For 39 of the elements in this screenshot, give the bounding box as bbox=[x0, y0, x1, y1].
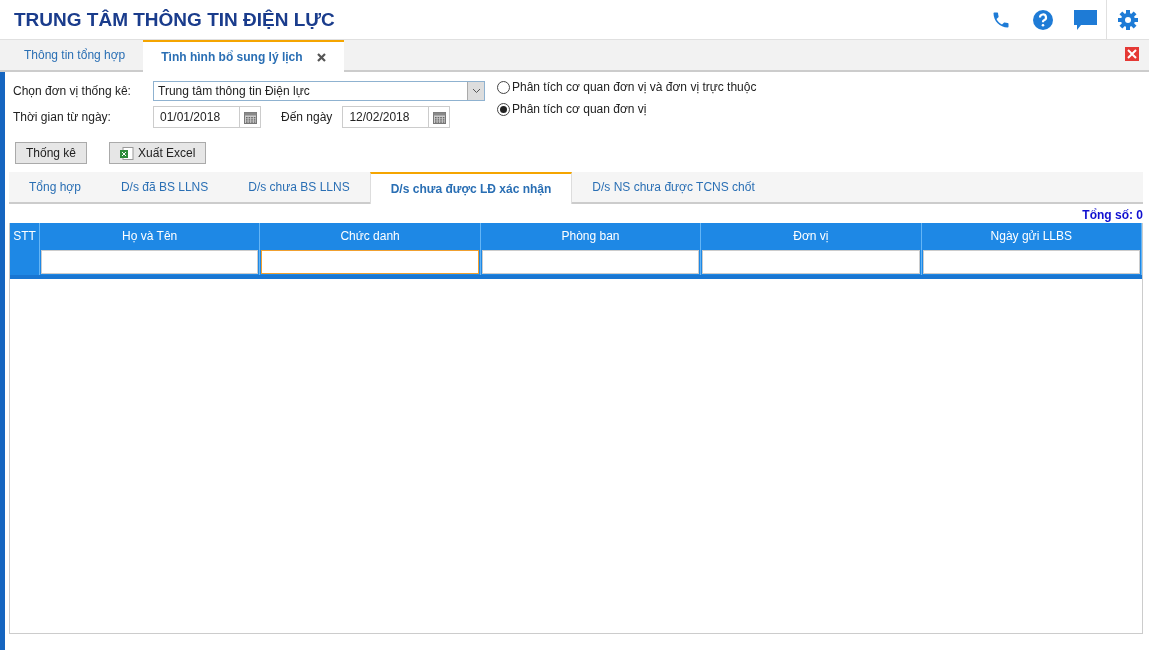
list-tab[interactable]: D/s NS chưa được TCNS chốt bbox=[572, 172, 775, 202]
list-tab[interactable]: D/s đã BS LLNS bbox=[100, 172, 229, 202]
unit-dropdown[interactable]: Trung tâm thông tin Điện lực bbox=[153, 81, 485, 101]
chevron-down-icon[interactable] bbox=[471, 88, 481, 94]
help-icon[interactable] bbox=[1033, 9, 1053, 30]
statistics-button[interactable]: Thống kê bbox=[15, 142, 88, 164]
list-tab[interactable]: D/s chưa được LĐ xác nhận bbox=[369, 172, 573, 204]
list-tab[interactable]: Tổng hợp bbox=[9, 172, 101, 202]
list-tab[interactable]: D/s chưa BS LLNS bbox=[228, 172, 370, 202]
column-header: Đơn vị bbox=[701, 223, 922, 249]
column-header: Chức danh bbox=[260, 223, 481, 249]
filter-field[interactable] bbox=[41, 250, 259, 274]
date-field[interactable]: 12/02/2018 bbox=[342, 106, 451, 128]
column-header: Phòng ban bbox=[480, 223, 702, 249]
field-label: Thời gian từ ngày: bbox=[13, 110, 111, 124]
filter-field[interactable] bbox=[261, 250, 479, 274]
radio-option[interactable]: Phân tích cơ quan đơn vị bbox=[497, 102, 1136, 116]
settings-icon[interactable] bbox=[1118, 9, 1138, 30]
filter-field[interactable] bbox=[922, 250, 1140, 274]
page-tab[interactable]: Tình hình bổ sung lý lịch bbox=[143, 40, 344, 72]
calendar-icon[interactable] bbox=[432, 110, 446, 124]
field-label: Chọn đơn vị thống kê: bbox=[13, 84, 131, 98]
close-tab-icon[interactable] bbox=[316, 52, 326, 62]
field-label: Đến ngày bbox=[281, 110, 333, 124]
app-title: TRUNG TÂM THÔNG TIN ĐIỆN LỰC bbox=[13, 8, 336, 31]
total-count: Tổng số: 0 bbox=[1081, 207, 1144, 222]
calendar-icon[interactable] bbox=[243, 110, 257, 124]
chat-icon[interactable] bbox=[1073, 9, 1097, 30]
column-header: Ngày gửi LLBS bbox=[921, 223, 1142, 249]
close-icon[interactable] bbox=[1125, 47, 1139, 61]
column-header: Họ và Tên bbox=[40, 223, 261, 249]
column-header: STT bbox=[10, 223, 40, 249]
spreadsheet-icon bbox=[120, 146, 135, 160]
filter-field[interactable] bbox=[702, 250, 920, 274]
page-tab[interactable]: Thông tin tổng hợp bbox=[6, 40, 144, 70]
radio-option[interactable]: Phân tích cơ quan đơn vị và đơn vị trực thuộc bbox=[497, 80, 1136, 94]
date-field[interactable]: 01/01/2018 bbox=[153, 106, 261, 128]
export-button[interactable]: Xuất Excel bbox=[109, 142, 207, 164]
filter-field[interactable] bbox=[481, 250, 700, 274]
